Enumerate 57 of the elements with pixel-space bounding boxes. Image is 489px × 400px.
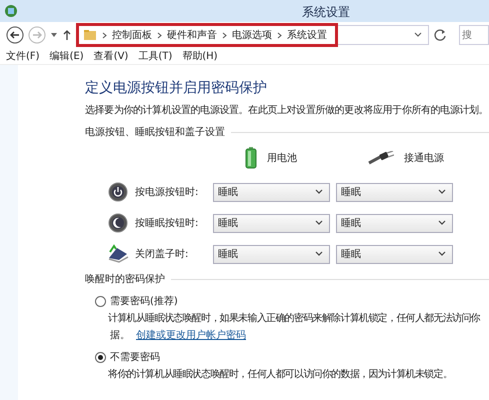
column-header: 用电池 — [267, 152, 297, 165]
dropdown[interactable]: 睡眠 — [336, 214, 453, 232]
radio-button[interactable] — [95, 352, 106, 362]
page-description: 选择要为你的计算机设置的电源设置。在此页上对设置所做的更改将应用于你所有的电源计划。 — [85, 104, 489, 117]
app-icon — [4, 4, 18, 18]
dropdown[interactable]: 睡眠 — [336, 182, 453, 202]
caret-icon[interactable] — [50, 32, 58, 38]
menu-item[interactable]: 编辑(E) — [50, 49, 84, 63]
section-title: 电源按钮、睡眠按钮和盖子设置 — [85, 126, 225, 139]
dropdown[interactable]: 睡眠 — [213, 214, 330, 232]
option-description: 计算机从睡眠状态唤醒时，如果未输入正确的密码来解除计算机锁定，任何人都无法访问你 — [108, 312, 482, 325]
section-title: 唤醒时的密码保护 — [85, 272, 165, 286]
menu-item[interactable]: 文件(F) — [6, 49, 40, 63]
breadcrumb[interactable]: 硬件和声音 — [167, 28, 217, 42]
breadcrumb[interactable]: 控制面板 — [112, 28, 152, 42]
setting-label: 按睡眠按钮时: — [135, 216, 200, 230]
breadcrumb[interactable]: 系统设置 — [287, 28, 327, 42]
menu-item[interactable]: 查看(V) — [94, 49, 128, 63]
chevron-icon — [102, 32, 107, 38]
chevron-down-icon — [438, 189, 446, 195]
chevron-down-icon — [315, 251, 323, 257]
address-field[interactable]: 控制面板 硬件和声音 电源选项 系统设置 — [78, 25, 429, 45]
chevron-down-icon — [315, 220, 323, 226]
plug-icon — [368, 151, 394, 165]
dropdown[interactable]: 睡眠 — [336, 244, 453, 264]
chevron-icon — [157, 32, 162, 38]
chevron-down-icon — [438, 251, 446, 257]
chevron-down-icon — [438, 220, 446, 226]
radio-label[interactable]: 需要密码(推荐) — [110, 294, 178, 308]
power-icon — [108, 182, 128, 202]
column-header: 接通电源 — [404, 152, 444, 165]
chevron-icon — [277, 32, 282, 38]
moon-icon — [108, 213, 128, 233]
radio-button[interactable] — [95, 296, 106, 306]
search-field[interactable]: 搜 — [459, 25, 489, 45]
chevron-icon — [222, 32, 227, 38]
folder-icon — [83, 29, 97, 41]
dropdown[interactable]: 睡眠 — [213, 244, 330, 264]
option-description: 将你的计算机从睡眠状态唤醒时，任何人都可以访问你的数据，因为计算机未锁定。 — [108, 368, 454, 381]
password-link[interactable]: 创建或更改用户帐户密码 — [136, 328, 246, 342]
breadcrumb[interactable]: 电源选项 — [232, 28, 272, 42]
option-description: 据。 — [110, 329, 130, 342]
window-title: 系统设置 — [302, 4, 350, 21]
up-arrow-icon[interactable] — [62, 29, 72, 41]
battery-icon — [245, 147, 257, 169]
dropdown-icon[interactable] — [414, 32, 422, 38]
setting-label: 关闭盖子时: — [135, 248, 190, 261]
menu-item[interactable]: 工具(T) — [138, 49, 172, 63]
laptop-icon — [107, 244, 129, 264]
menu-item[interactable]: 帮助(H) — [182, 49, 218, 63]
chevron-down-icon — [315, 189, 323, 195]
page-heading: 定义电源按钮并启用密码保护 — [85, 79, 268, 97]
refresh-icon[interactable] — [433, 28, 447, 42]
setting-label: 按电源按钮时: — [135, 186, 200, 199]
radio-label[interactable]: 不需要密码 — [110, 350, 160, 364]
back-icon[interactable] — [6, 26, 24, 44]
dropdown[interactable]: 睡眠 — [213, 182, 330, 202]
